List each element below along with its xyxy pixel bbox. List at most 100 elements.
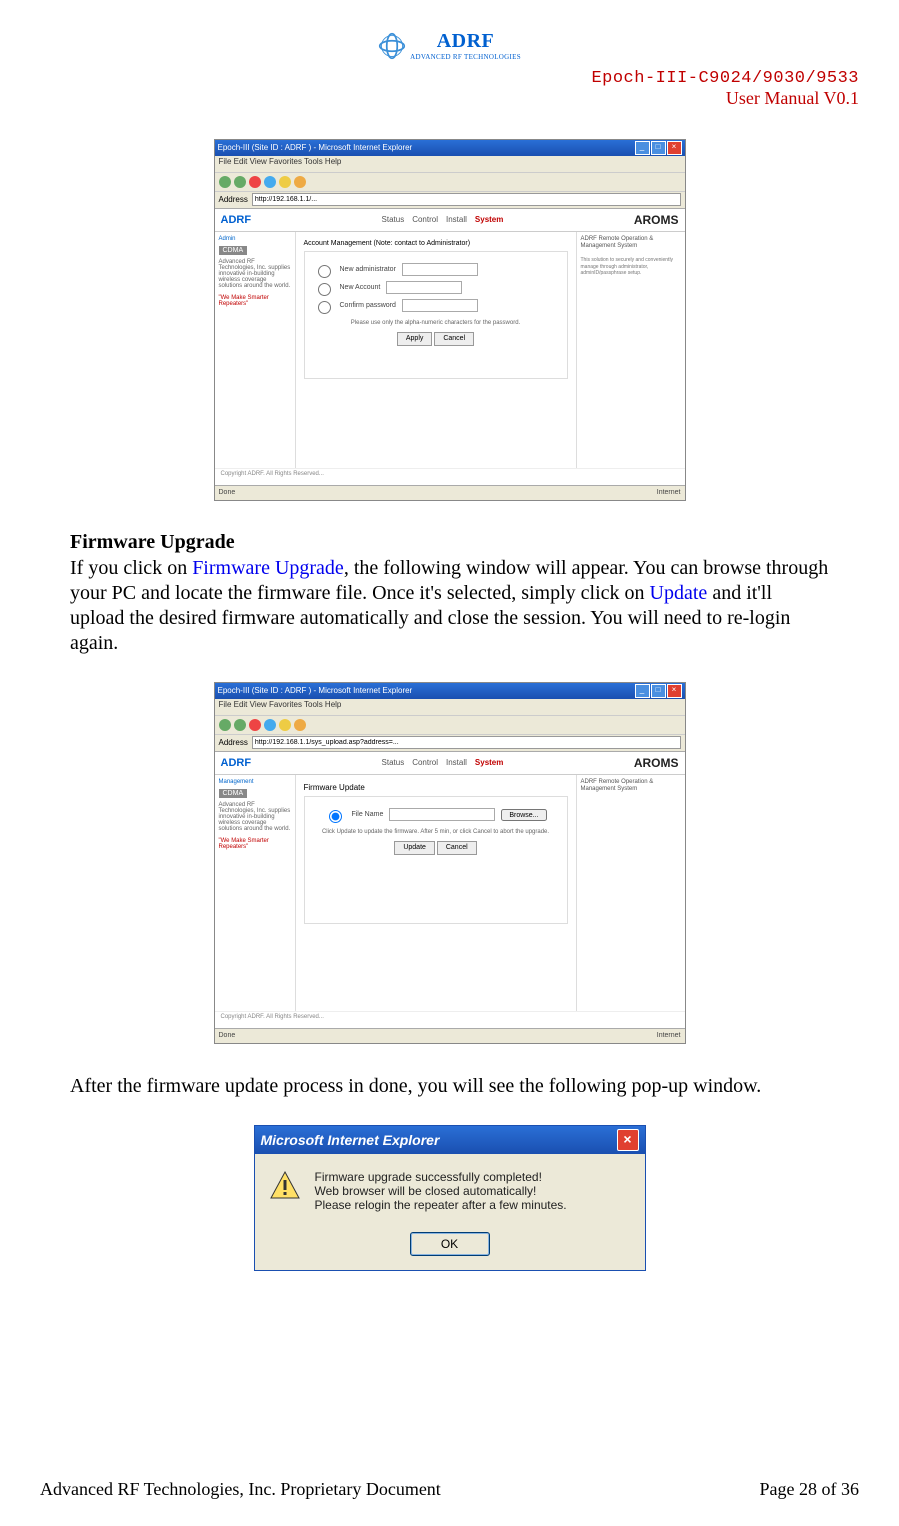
address-input[interactable] [252, 736, 681, 749]
input-admin[interactable] [402, 263, 478, 276]
screenshot-account-mgmt: Epoch-III (Site ID : ADRF ) - Microsoft … [214, 139, 686, 501]
window-title: Epoch-III (Site ID : ADRF ) - Microsoft … [218, 686, 413, 695]
firmware-panel: File Name Browse... Click Update to upda… [304, 796, 568, 924]
window-title: Epoch-III (Site ID : ADRF ) - Microsoft … [218, 143, 413, 152]
app-copyright: Copyright ADRF. All Rights Reserved... [215, 468, 685, 485]
sidebar-slogan: "We Make Smarter Repeaters" [219, 295, 291, 307]
cancel-button[interactable]: Cancel [434, 332, 474, 346]
right-text: This solution to securely and convenient… [581, 257, 681, 277]
sidebar-text: Advanced RF Technologies, Inc. supplies … [219, 259, 291, 289]
minimize-icon[interactable]: _ [635, 141, 650, 155]
sidebar-text: Advanced RF Technologies, Inc. supplies … [219, 802, 291, 832]
window-titlebar: Epoch-III (Site ID : ADRF ) - Microsoft … [215, 683, 685, 699]
address-bar: Address [215, 192, 685, 209]
tab-install[interactable]: Install [446, 758, 467, 767]
field-admin: New administrator [340, 266, 396, 273]
app-tabs: Status Control Install System [382, 215, 504, 224]
home-icon[interactable] [264, 176, 276, 188]
address-label: Address [219, 195, 248, 204]
search-icon[interactable] [279, 719, 291, 731]
sidebar-cdma: CDMA [219, 246, 248, 255]
app-logo: ADRF [221, 757, 252, 769]
sidebar-link[interactable]: Management [219, 779, 291, 785]
forward-icon[interactable] [234, 176, 246, 188]
forward-icon[interactable] [234, 719, 246, 731]
field-confirm: Confirm password [340, 302, 396, 309]
popup-titlebar: Microsoft Internet Explorer × [255, 1126, 645, 1154]
ie-toolbar[interactable] [215, 173, 685, 192]
ok-button[interactable]: OK [410, 1232, 490, 1256]
status-right: Internet [657, 489, 681, 496]
adrf-logo-icon [378, 32, 406, 60]
stop-icon[interactable] [249, 719, 261, 731]
header-version: User Manual V0.1 [40, 88, 859, 109]
footer-left: Advanced RF Technologies, Inc. Proprieta… [40, 1479, 441, 1500]
panel-title: Account Management (Note: contact to Adm… [304, 240, 568, 247]
tab-status[interactable]: Status [382, 215, 405, 224]
browse-button[interactable]: Browse... [501, 809, 546, 821]
tab-control[interactable]: Control [412, 758, 438, 767]
sidebar: Management CDMA Advanced RF Technologies… [215, 775, 296, 1011]
address-input[interactable] [252, 193, 681, 206]
address-label: Address [219, 738, 248, 747]
tab-control[interactable]: Control [412, 215, 438, 224]
field-account: New Account [340, 284, 381, 291]
app-title: AROMS [634, 756, 679, 770]
ie-menu[interactable]: File Edit View Favorites Tools Help [215, 156, 685, 173]
ie-menu[interactable]: File Edit View Favorites Tools Help [215, 699, 685, 716]
warning-icon [269, 1170, 301, 1202]
tab-system[interactable]: System [475, 215, 503, 224]
screenshot-firmware-update: Epoch-III (Site ID : ADRF ) - Microsoft … [214, 682, 686, 1044]
maximize-icon[interactable]: □ [651, 684, 666, 698]
ie-toolbar[interactable] [215, 716, 685, 735]
favorites-icon[interactable] [294, 719, 306, 731]
tab-install[interactable]: Install [446, 215, 467, 224]
paragraph-1: If you click on Firmware Upgrade, the fo… [70, 556, 829, 656]
close-icon[interactable]: × [667, 684, 682, 698]
panel-note: Click Update to update the firmware. Aft… [313, 829, 559, 835]
radio-filename[interactable] [329, 810, 342, 823]
back-icon[interactable] [219, 176, 231, 188]
link-firmware-upgrade: Firmware Upgrade [192, 557, 344, 579]
radio-account[interactable] [318, 283, 331, 296]
header-logo: ADRF ADVANCED RF TECHNOLOGIES [40, 30, 859, 65]
right-pane: ADRF Remote Operation & Management Syste… [576, 232, 685, 468]
popup-title: Microsoft Internet Explorer [261, 1132, 440, 1148]
panel-note: Please use only the alpha-numeric charac… [313, 320, 559, 326]
file-label: File Name [351, 811, 383, 818]
header-model: Epoch-III-C9024/9030/9533 [40, 69, 859, 88]
close-icon[interactable]: × [667, 141, 682, 155]
tab-status[interactable]: Status [382, 758, 405, 767]
sidebar-link[interactable]: Admin [219, 236, 291, 242]
input-account[interactable] [386, 281, 462, 294]
right-pane: ADRF Remote Operation & Management Syste… [576, 775, 685, 1011]
close-icon[interactable]: × [617, 1129, 639, 1151]
file-input[interactable] [389, 808, 495, 821]
cancel-button[interactable]: Cancel [437, 841, 477, 855]
status-left: Done [219, 489, 236, 496]
app-subtitle: ADRF Remote Operation & Management Syste… [581, 236, 681, 252]
apply-button[interactable]: Apply [397, 332, 433, 346]
stop-icon[interactable] [249, 176, 261, 188]
update-button[interactable]: Update [394, 841, 435, 855]
back-icon[interactable] [219, 719, 231, 731]
popup-dialog: Microsoft Internet Explorer × Firmware u… [254, 1125, 646, 1271]
favorites-icon[interactable] [294, 176, 306, 188]
home-icon[interactable] [264, 719, 276, 731]
radio-confirm[interactable] [318, 301, 331, 314]
app-copyright: Copyright ADRF. All Rights Reserved... [215, 1011, 685, 1028]
maximize-icon[interactable]: □ [651, 141, 666, 155]
radio-admin[interactable] [318, 265, 331, 278]
footer-right: Page 28 of 36 [760, 1479, 859, 1500]
brand-text: ADRF [437, 30, 495, 52]
tab-system[interactable]: System [475, 758, 503, 767]
status-right: Internet [657, 1032, 681, 1039]
link-update: Update [650, 582, 708, 604]
window-titlebar: Epoch-III (Site ID : ADRF ) - Microsoft … [215, 140, 685, 156]
paragraph-2: After the firmware update process in don… [70, 1074, 829, 1099]
minimize-icon[interactable]: _ [635, 684, 650, 698]
search-icon[interactable] [279, 176, 291, 188]
input-confirm[interactable] [402, 299, 478, 312]
ie-statusbar: Done Internet [215, 485, 685, 500]
sidebar-slogan: "We Make Smarter Repeaters" [219, 838, 291, 850]
